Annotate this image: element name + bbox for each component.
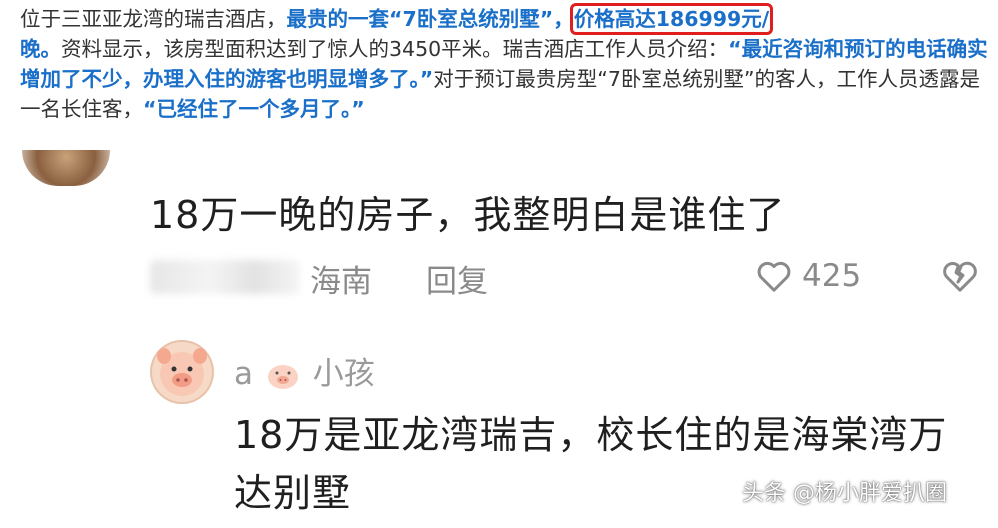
article-text-1: 位于三亚亚龙湾的瑞吉酒店， — [20, 7, 287, 31]
broken-heart-icon — [943, 261, 977, 292]
dislike-button[interactable] — [940, 256, 980, 304]
article-highlight-stay: “已经住了一个多月了。” — [143, 97, 365, 121]
like-count: 425 — [802, 258, 862, 294]
comment-meta: 海南 回复 425 — [150, 256, 990, 300]
article-highlight-night: 晚。 — [20, 37, 61, 61]
username-suffix: 小孩 — [312, 356, 375, 392]
like-button[interactable]: 425 — [754, 256, 861, 296]
comment-section: 18万一晚的房子，我整明白是谁住了 海南 回复 425 a 小孩 18万是亚龙湾… — [0, 150, 998, 528]
watermark: 头条 @杨小胖爱扒圈 — [742, 481, 947, 506]
comment-text: 18万一晚的房子，我整明白是谁住了 — [150, 193, 786, 237]
comment-username[interactable]: a 小孩 — [234, 348, 375, 393]
article-text-2: 资料显示，该房型面积达到了惊人的3450平米。瑞吉酒店工作人员介绍： — [61, 37, 729, 61]
heart-outline-icon — [757, 261, 791, 292]
pig-avatar-icon — [157, 348, 207, 396]
avatar[interactable] — [150, 340, 214, 404]
reply-button[interactable]: 回复 — [426, 256, 488, 301]
avatar[interactable] — [22, 150, 110, 186]
article-paragraph: 位于三亚亚龙湾的瑞吉酒店，最贵的一套“7卧室总统别墅”，价格高达186999元/… — [20, 3, 992, 124]
blurred-username — [150, 260, 300, 294]
pig-emoji-icon — [267, 364, 298, 389]
username-prefix: a — [234, 356, 253, 392]
article-highlight-price: 价格高达186999元/ — [569, 3, 774, 35]
comment-location: 海南 — [310, 264, 372, 300]
article-highlight-villa: 最贵的一套“7卧室总统别墅”， — [286, 7, 574, 31]
